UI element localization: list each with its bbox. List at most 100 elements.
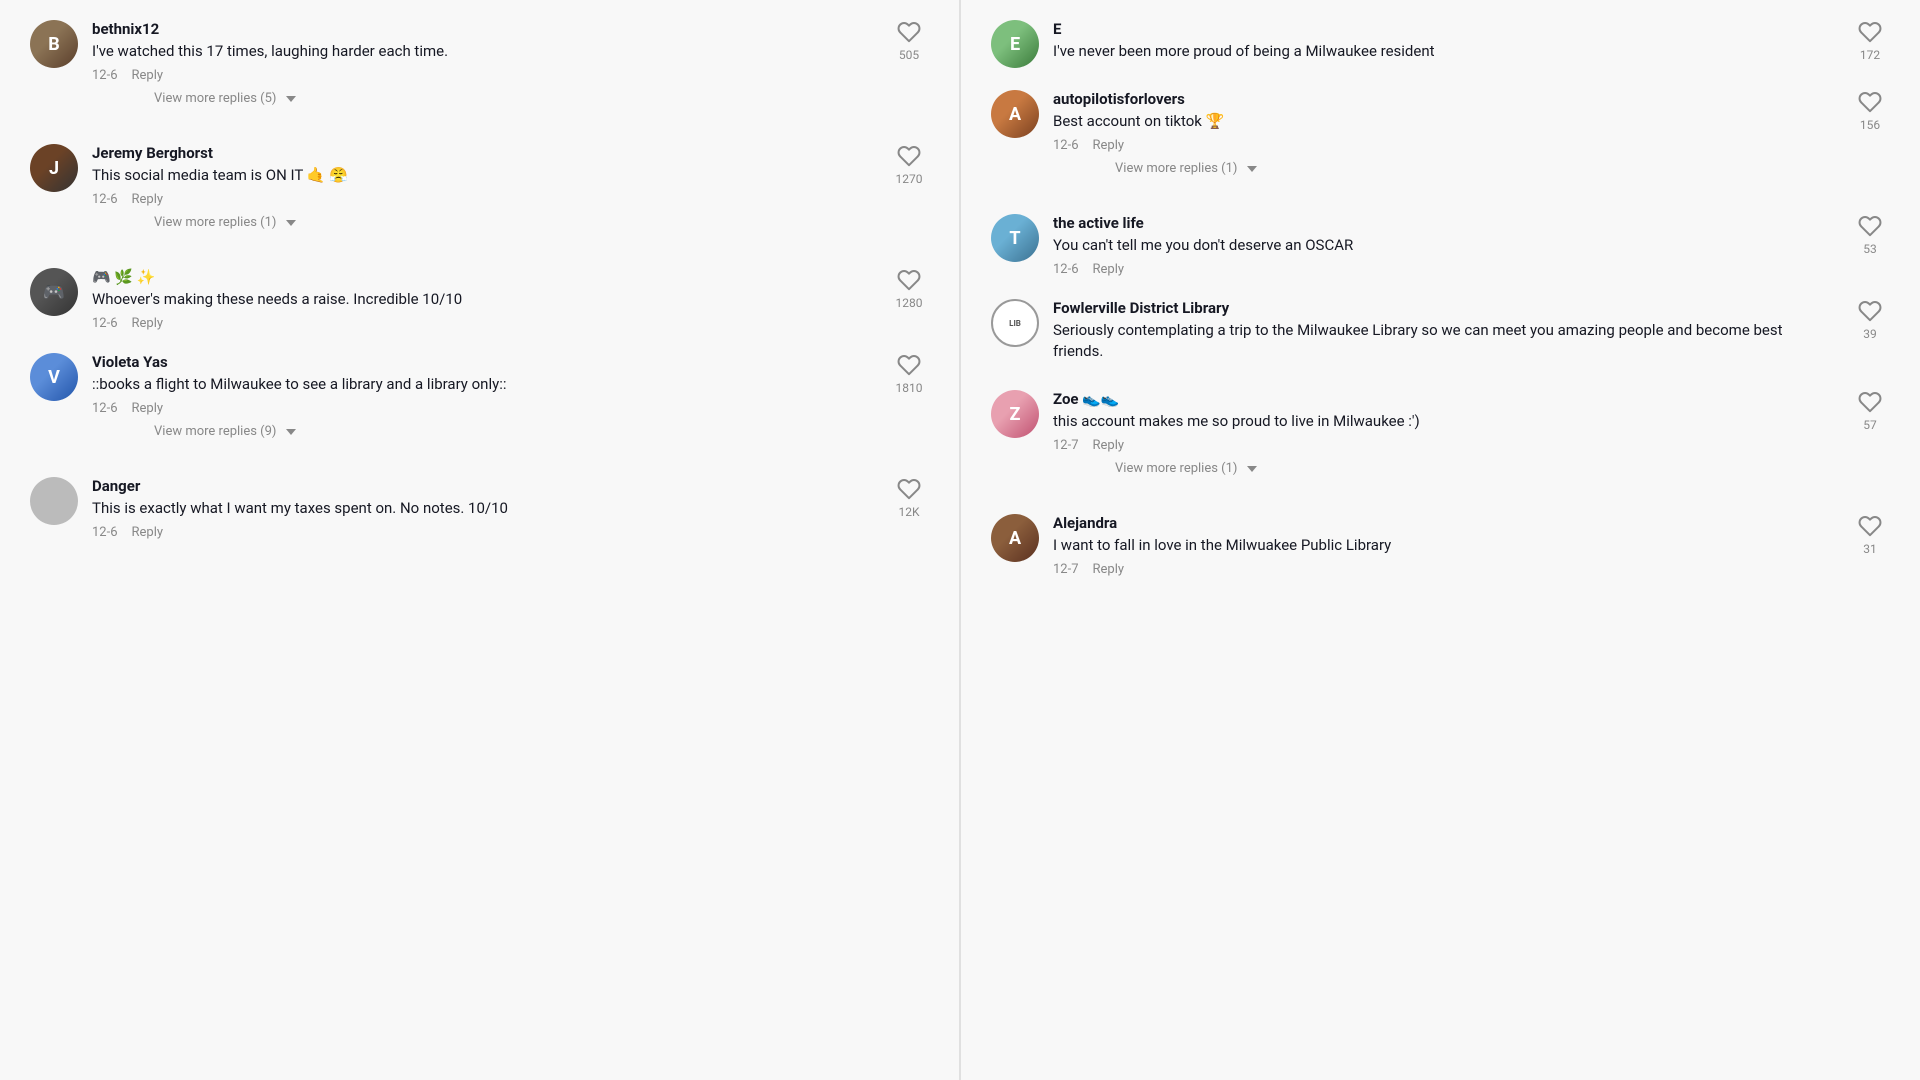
- view-more-replies[interactable]: View more replies (1): [1115, 461, 1836, 476]
- view-more-replies[interactable]: View more replies (1): [154, 215, 875, 230]
- comment-text: Whoever's making these needs a raise. In…: [92, 289, 875, 310]
- like-count: 1270: [896, 172, 923, 186]
- heart-icon[interactable]: [1858, 514, 1882, 538]
- comment-username[interactable]: Alejandra: [1053, 514, 1836, 532]
- reply-button[interactable]: Reply: [132, 68, 164, 83]
- comment-item: EEI've never been more proud of being a …: [991, 20, 1890, 68]
- comment-meta: 12-7 Reply: [1053, 562, 1836, 577]
- view-more-replies[interactable]: View more replies (5): [154, 91, 875, 106]
- comment-item: Tthe active life You can't tell me you do…: [991, 214, 1890, 277]
- comment-text: I've watched this 17 times, laughing har…: [92, 41, 875, 62]
- comment-content: bethnix12 I've watched this 17 times, lau…: [92, 20, 875, 122]
- comment-item: JJeremy BerghorstThis social media team …: [30, 144, 929, 246]
- heart-icon[interactable]: [897, 268, 921, 292]
- chevron-down-icon: [286, 220, 296, 226]
- chevron-down-icon: [286, 96, 296, 102]
- chevron-down-icon: [1247, 466, 1257, 472]
- comment-meta: 12-6Reply: [92, 525, 875, 540]
- comment-item: ZZoe 👟👟this account makes me so proud to…: [991, 390, 1890, 492]
- comment-username[interactable]: Jeremy Berghorst: [92, 144, 875, 162]
- comment-username[interactable]: autopilotisforlovers: [1053, 90, 1836, 108]
- like-count: 53: [1863, 242, 1877, 256]
- comment-meta: 12-6Reply: [92, 192, 875, 207]
- reply-button[interactable]: Reply: [132, 316, 164, 331]
- reply-button[interactable]: Reply: [1093, 138, 1125, 153]
- comment-date: 12-6: [92, 68, 118, 83]
- view-more-text: View more replies (1): [154, 215, 276, 230]
- heart-icon[interactable]: [1858, 299, 1882, 323]
- heart-icon[interactable]: [1858, 90, 1882, 114]
- comment-meta: 12-6 Reply: [92, 316, 875, 331]
- heart-icon[interactable]: [897, 144, 921, 168]
- view-more-text: View more replies (1): [1115, 461, 1237, 476]
- comment-text: Seriously contemplating a trip to the Mi…: [1053, 320, 1836, 362]
- avatar: A: [991, 90, 1039, 138]
- like-section: 12K: [889, 477, 929, 519]
- comment-username[interactable]: Violeta Yas: [92, 353, 875, 371]
- like-section: 1270: [889, 144, 929, 186]
- reply-button[interactable]: Reply: [1093, 438, 1125, 453]
- comment-text: You can't tell me you don't deserve an O…: [1053, 235, 1836, 256]
- heart-icon[interactable]: [897, 477, 921, 501]
- comment-item: Aautopilotisforlovers Best account on tik…: [991, 90, 1890, 192]
- comment-content: Violeta Yas::books a flight to Milwaukee…: [92, 353, 875, 455]
- like-count: 57: [1863, 418, 1877, 432]
- like-section: 1810: [889, 353, 929, 395]
- like-section: 39: [1850, 299, 1890, 341]
- heart-icon[interactable]: [897, 353, 921, 377]
- like-count: 1280: [896, 296, 923, 310]
- comment-text: Best account on tiktok 🏆: [1053, 111, 1836, 132]
- comment-content: Fowlerville District Library Seriously co…: [1053, 299, 1836, 368]
- like-count: 172: [1860, 48, 1880, 62]
- comment-text: I want to fall in love in the Milwuakee …: [1053, 535, 1836, 556]
- like-count: 31: [1863, 542, 1877, 556]
- heart-icon[interactable]: [1858, 214, 1882, 238]
- comment-item: Danger This is exactly what I want my tax…: [30, 477, 929, 540]
- avatar: V: [30, 353, 78, 401]
- view-more-replies[interactable]: View more replies (1): [1115, 161, 1836, 176]
- comment-item: Bbethnix12I've watched this 17 times, la…: [30, 20, 929, 122]
- reply-button[interactable]: Reply: [1093, 562, 1125, 577]
- comment-username[interactable]: bethnix12: [92, 20, 875, 38]
- comment-username[interactable]: 🎮 🌿 ✨: [92, 268, 875, 286]
- avatar: 🎮: [30, 268, 78, 316]
- reply-button[interactable]: Reply: [132, 192, 164, 207]
- comment-username[interactable]: E: [1053, 20, 1836, 38]
- comment-text: This social media team is ON IT 🤙 😤: [92, 165, 875, 186]
- comment-meta: 12-6Reply: [92, 401, 875, 416]
- right-comment-column: EEI've never been more proud of being a …: [961, 0, 1920, 1080]
- heart-icon[interactable]: [897, 20, 921, 44]
- comment-date: 12-7: [1053, 562, 1079, 577]
- reply-button[interactable]: Reply: [132, 401, 164, 416]
- like-count: 1810: [896, 381, 923, 395]
- comment-date: 12-6: [92, 316, 118, 331]
- comment-content: Danger This is exactly what I want my tax…: [92, 477, 875, 540]
- comment-content: autopilotisforlovers Best account on tikt…: [1053, 90, 1836, 192]
- avatar: E: [991, 20, 1039, 68]
- comment-username[interactable]: the active life: [1053, 214, 1836, 232]
- like-section: 1280: [889, 268, 929, 310]
- avatar: Z: [991, 390, 1039, 438]
- like-count: 39: [1863, 327, 1877, 341]
- comment-username[interactable]: Fowlerville District Library: [1053, 299, 1836, 317]
- reply-button[interactable]: Reply: [1093, 262, 1125, 277]
- comment-username[interactable]: Zoe 👟👟: [1053, 390, 1836, 408]
- comment-username[interactable]: Danger: [92, 477, 875, 495]
- comment-content: the active life You can't tell me you don…: [1053, 214, 1836, 277]
- comment-text: ::books a flight to Milwaukee to see a l…: [92, 374, 875, 395]
- heart-icon[interactable]: [1858, 20, 1882, 44]
- view-more-replies[interactable]: View more replies (9): [154, 424, 875, 439]
- reply-button[interactable]: Reply: [132, 525, 164, 540]
- comment-item: V Violeta Yas::books a flight to Milwauke…: [30, 353, 929, 455]
- comment-content: EI've never been more proud of being a M…: [1053, 20, 1836, 68]
- chevron-down-icon: [286, 429, 296, 435]
- comment-text: This is exactly what I want my taxes spe…: [92, 498, 875, 519]
- heart-icon[interactable]: [1858, 390, 1882, 414]
- comment-content: 🎮 🌿 ✨ Whoever's making these needs a rais…: [92, 268, 875, 331]
- left-comment-column: Bbethnix12I've watched this 17 times, la…: [0, 0, 960, 1080]
- like-section: 57: [1850, 390, 1890, 432]
- avatar: T: [991, 214, 1039, 262]
- comment-meta: 12-6 Reply: [92, 68, 875, 83]
- like-section: 53: [1850, 214, 1890, 256]
- comment-date: 12-7: [1053, 438, 1079, 453]
